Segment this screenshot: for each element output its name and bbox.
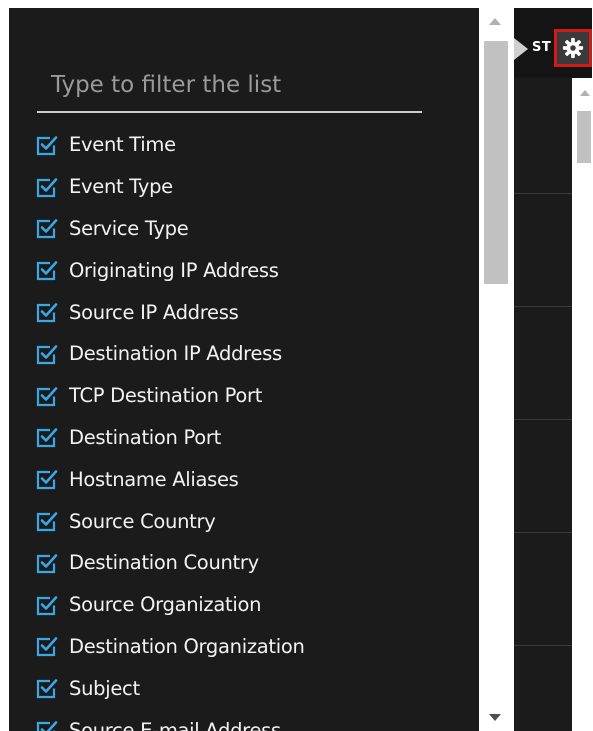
table-background: ST (514, 8, 592, 731)
table-row-divider (514, 306, 572, 307)
checkbox-checked-icon[interactable] (35, 175, 59, 199)
table-row-divider (514, 645, 572, 646)
column-filter-dropdown: Event Time Event Type Service Type Originat… (9, 8, 479, 731)
column-option-label: Destination Port (69, 425, 221, 449)
column-option-label: TCP Destination Port (69, 384, 263, 408)
column-option[interactable]: Service Type (35, 208, 305, 250)
filter-input[interactable] (37, 58, 422, 113)
checkbox-checked-icon[interactable] (35, 133, 59, 157)
checkbox-checked-icon[interactable] (35, 384, 59, 408)
column-option-label: Originating IP Address (69, 258, 279, 282)
checkbox-checked-icon[interactable] (35, 551, 59, 575)
column-option-label: Hostname Aliases (69, 467, 239, 491)
column-header-label: ST (532, 40, 552, 55)
checkbox-checked-icon[interactable] (35, 425, 59, 449)
column-option-label: Destination IP Address (69, 342, 282, 366)
scrollbar-thumb[interactable] (577, 111, 591, 163)
checkbox-checked-icon[interactable] (35, 634, 59, 658)
scroll-down-icon[interactable] (489, 714, 501, 721)
checkbox-checked-icon[interactable] (35, 467, 59, 491)
column-option-label: Destination Organization (69, 634, 305, 658)
column-list: Event Time Event Type Service Type Originat… (35, 124, 305, 731)
checkbox-checked-icon[interactable] (35, 216, 59, 240)
column-option-label: Destination Country (69, 551, 259, 575)
scrollbar-thumb[interactable] (484, 41, 508, 284)
column-option-label: Source Organization (69, 593, 262, 617)
dropdown-scrollbar[interactable] (479, 8, 514, 731)
column-option[interactable]: Destination Organization (35, 626, 305, 668)
checkbox-checked-icon[interactable] (35, 676, 59, 700)
column-option-label: Source IP Address (69, 300, 239, 324)
checkbox-checked-icon[interactable] (35, 300, 59, 324)
scroll-up-icon[interactable] (489, 18, 501, 25)
column-option-label: Subject (69, 676, 140, 700)
table-row-divider (514, 419, 572, 420)
column-option-label: Source Country (69, 509, 216, 533)
column-option[interactable]: Event Time (35, 124, 305, 166)
column-option-label: Event Time (69, 133, 176, 157)
column-option[interactable]: Subject (35, 667, 305, 709)
table-scrollbar[interactable] (572, 78, 592, 731)
table-row-divider (514, 193, 572, 194)
table-row-divider (514, 532, 572, 533)
play-icon (514, 38, 528, 60)
column-option[interactable]: Event Type (35, 166, 305, 208)
column-option[interactable]: Source E-mail Address (35, 709, 305, 731)
checkbox-checked-icon[interactable] (35, 718, 59, 731)
settings-button[interactable] (554, 29, 592, 67)
table-header: ST (514, 8, 592, 78)
column-option[interactable]: Source Organization (35, 584, 305, 626)
column-option[interactable]: Source IP Address (35, 291, 305, 333)
column-option[interactable]: Destination Country (35, 542, 305, 584)
scroll-up-icon[interactable] (580, 90, 590, 96)
column-option[interactable]: Originating IP Address (35, 249, 305, 291)
column-option[interactable]: Destination Port (35, 417, 305, 459)
column-option[interactable]: Source Country (35, 500, 305, 542)
column-option[interactable]: Destination IP Address (35, 333, 305, 375)
checkbox-checked-icon[interactable] (35, 258, 59, 282)
gear-icon (562, 37, 584, 59)
checkbox-checked-icon[interactable] (35, 509, 59, 533)
column-option-label: Source E-mail Address (69, 718, 281, 731)
column-option-label: Service Type (69, 216, 189, 240)
checkbox-checked-icon[interactable] (35, 342, 59, 366)
column-picker-screen: Event Time Event Type Service Type Originat… (9, 8, 592, 731)
column-option[interactable]: TCP Destination Port (35, 375, 305, 417)
checkbox-checked-icon[interactable] (35, 593, 59, 617)
column-option-label: Event Type (69, 175, 173, 199)
column-option[interactable]: Hostname Aliases (35, 458, 305, 500)
